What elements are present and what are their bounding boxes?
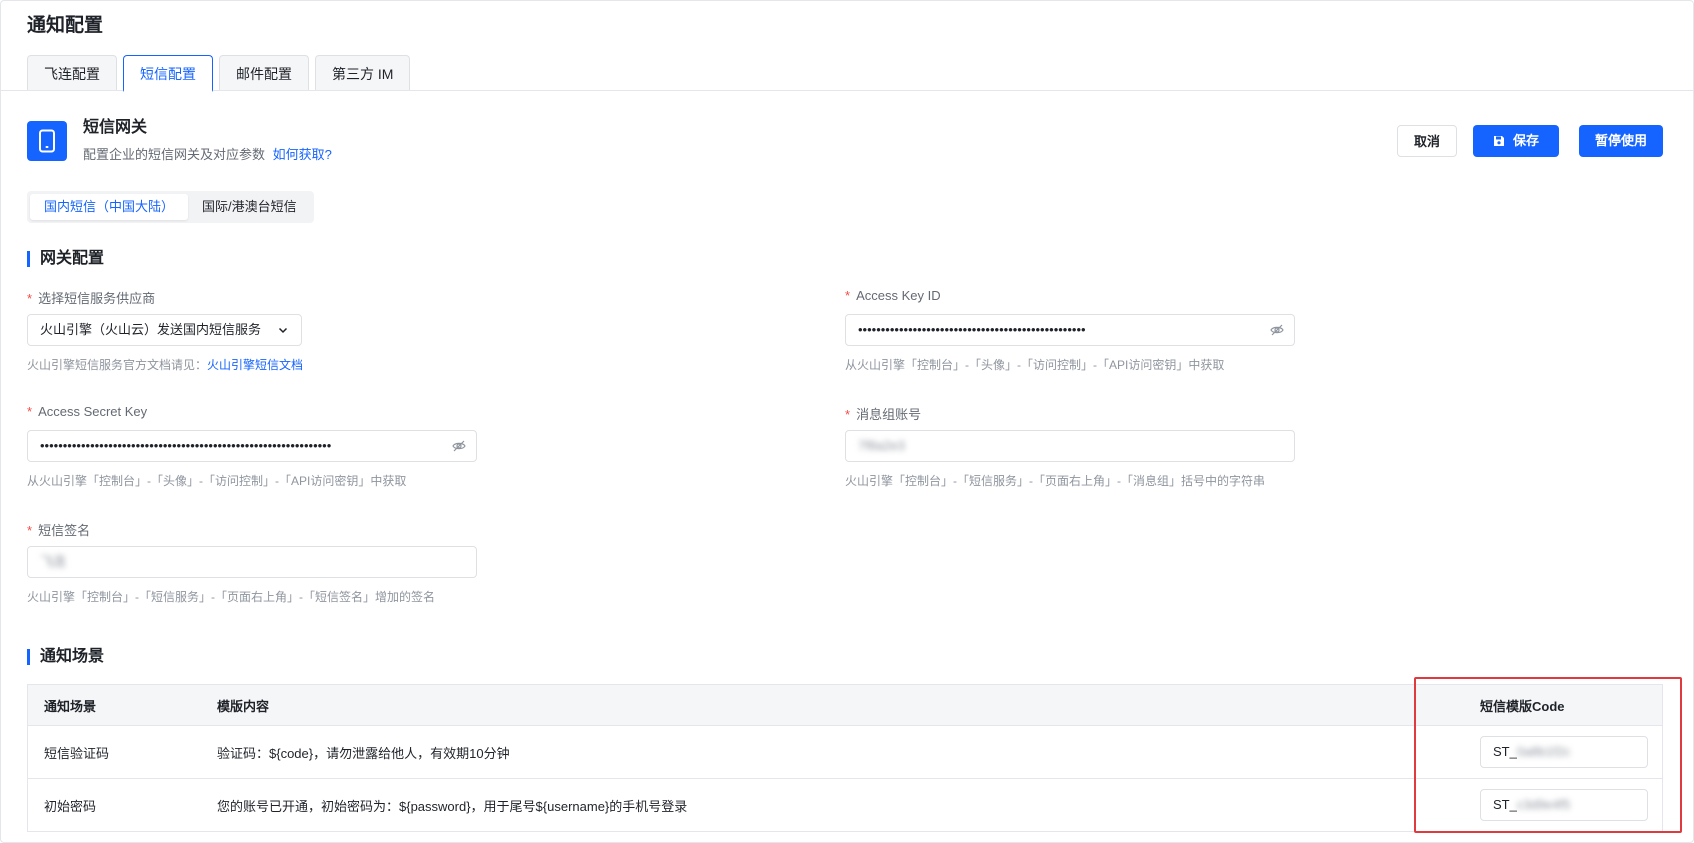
required-mark: *	[27, 291, 33, 306]
page-title: 通知配置	[27, 15, 104, 36]
notification-scenes-section-title: 通知场景	[27, 649, 104, 665]
column-header-scene: 通知场景	[44, 698, 97, 714]
access-key-id-label-text: Access Key ID	[856, 288, 941, 303]
access-key-id-value: ••••••••••••••••••••••••••••••••••••••••…	[858, 322, 1086, 337]
chevron-down-icon	[278, 327, 288, 334]
message-group-hint: 火山引擎「控制台」-「短信服务」-「页面右上角」-「消息组」括号中的字符串	[845, 474, 1265, 488]
required-mark: *	[845, 288, 851, 303]
table-header-row: 通知场景 模版内容 短信模版Code	[28, 685, 1662, 726]
access-secret-key-label-text: Access Secret Key	[38, 404, 148, 419]
access-key-id-input[interactable]: ••••••••••••••••••••••••••••••••••••••••…	[845, 314, 1295, 346]
region-tab-international[interactable]: 国际/港澳台短信	[188, 194, 311, 220]
template-code-prefix: ST_	[1493, 797, 1517, 812]
save-icon	[1493, 136, 1504, 146]
notification-config-page: 通知配置 飞连配置 短信配置 邮件配置 第三方 IM 短信网关 配置企业的短信网…	[0, 0, 1694, 843]
template-content: 验证码：${code}，请勿泄露给他人，有效期10分钟	[217, 745, 510, 761]
access-key-id-hint: 从火山引擎「控制台」-「头像」-「访问控制」-「API访问密钥」中获取	[845, 358, 1225, 372]
cancel-button[interactable]: 取消	[1397, 125, 1457, 157]
scenes-table: 通知场景 模版内容 短信模版Code 短信验证码 验证码：${code}，请勿泄…	[27, 684, 1663, 832]
tabs-divider	[1, 90, 1693, 91]
sms-signature-label-text: 短信签名	[38, 523, 91, 538]
region-tab-domestic[interactable]: 国内短信（中国大陆）	[30, 194, 189, 220]
gateway-description-text: 配置企业的短信网关及对应参数	[83, 147, 266, 162]
provider-hint-text: 火山引擎短信服务官方文档请见：	[27, 358, 208, 372]
access-secret-key-input[interactable]: ••••••••••••••••••••••••••••••••••••••••…	[27, 430, 477, 462]
provider-select[interactable]: 火山引擎（火山云）发送国内短信服务	[27, 314, 302, 346]
pause-button[interactable]: 暂停使用	[1579, 125, 1663, 157]
region-segmented-control: 国内短信（中国大陆） 国际/港澳台短信	[27, 191, 314, 223]
scene-name: 短信验证码	[44, 745, 110, 761]
access-secret-key-value: ••••••••••••••••••••••••••••••••••••••••…	[40, 438, 332, 453]
column-header-code: 短信模版Code	[1480, 698, 1565, 714]
template-code-input[interactable]: ST_c3d9e4f5	[1480, 789, 1648, 821]
message-group-input[interactable]: 7f8a2e3	[845, 430, 1295, 462]
template-code-cell: ST_c3d9e4f5	[1480, 779, 1648, 831]
help-link[interactable]: 如何获取?	[273, 147, 332, 162]
eye-off-icon[interactable]	[1270, 323, 1284, 337]
save-button[interactable]: 保存	[1473, 125, 1559, 157]
access-secret-key-label: * Access Secret Key	[27, 404, 147, 419]
tab-feilian-config[interactable]: 飞连配置	[27, 55, 117, 91]
save-button-label: 保存	[1512, 133, 1539, 148]
table-row: 初始密码 您的账号已开通，初始密码为：${password}，用于尾号${use…	[28, 779, 1662, 832]
sms-signature-value: 飞连	[40, 554, 67, 569]
required-mark: *	[845, 407, 851, 422]
sms-signature-input[interactable]: 飞连	[27, 546, 477, 578]
message-group-value: 7f8a2e3	[858, 438, 905, 453]
access-secret-key-hint: 从火山引擎「控制台」-「头像」-「访问控制」-「API访问密钥」中获取	[27, 474, 407, 488]
provider-hint: 火山引擎短信服务官方文档请见：火山引擎短信文档	[27, 356, 303, 373]
access-key-id-label: * Access Key ID	[845, 288, 941, 303]
template-code-cell: ST_0a8b1f2c	[1480, 726, 1648, 778]
tab-email-config[interactable]: 邮件配置	[219, 55, 309, 91]
gateway-description: 配置企业的短信网关及对应参数 如何获取?	[83, 144, 332, 163]
provider-label-text: 选择短信服务供应商	[38, 291, 156, 306]
template-code-input[interactable]: ST_0a8b1f2c	[1480, 736, 1648, 768]
tab-sms-config[interactable]: 短信配置	[123, 55, 213, 92]
table-row: 短信验证码 验证码：${code}，请勿泄露给他人，有效期10分钟 ST_0a8…	[28, 726, 1662, 779]
tab-third-party-im[interactable]: 第三方 IM	[315, 55, 411, 91]
gateway-config-section-title: 网关配置	[27, 251, 104, 267]
gateway-title: 短信网关	[83, 119, 148, 136]
template-code-hidden: c3d9e4f5	[1516, 797, 1571, 812]
required-mark: *	[27, 523, 33, 538]
required-mark: *	[27, 404, 33, 419]
sms-signature-hint: 火山引擎「控制台」-「短信服务」-「页面右上角」-「短信签名」增加的签名	[27, 590, 435, 604]
provider-select-value: 火山引擎（火山云）发送国内短信服务	[40, 322, 262, 337]
template-code-prefix: ST_	[1493, 744, 1517, 759]
eye-off-icon[interactable]	[452, 439, 466, 453]
message-group-label-text: 消息组账号	[856, 407, 922, 422]
sms-signature-label: * 短信签名	[27, 520, 90, 539]
template-code-hidden: 0a8b1f2c	[1516, 744, 1571, 759]
provider-label: * 选择短信服务供应商	[27, 288, 155, 307]
template-content: 您的账号已开通，初始密码为：${password}，用于尾号${username…	[217, 798, 688, 814]
column-header-template: 模版内容	[217, 698, 270, 714]
provider-doc-link[interactable]: 火山引擎短信文档	[207, 358, 303, 372]
message-group-label: * 消息组账号	[845, 404, 921, 423]
scene-name: 初始密码	[44, 798, 97, 814]
config-tabs: 飞连配置 短信配置 邮件配置 第三方 IM	[27, 55, 411, 92]
phone-icon	[27, 121, 67, 161]
